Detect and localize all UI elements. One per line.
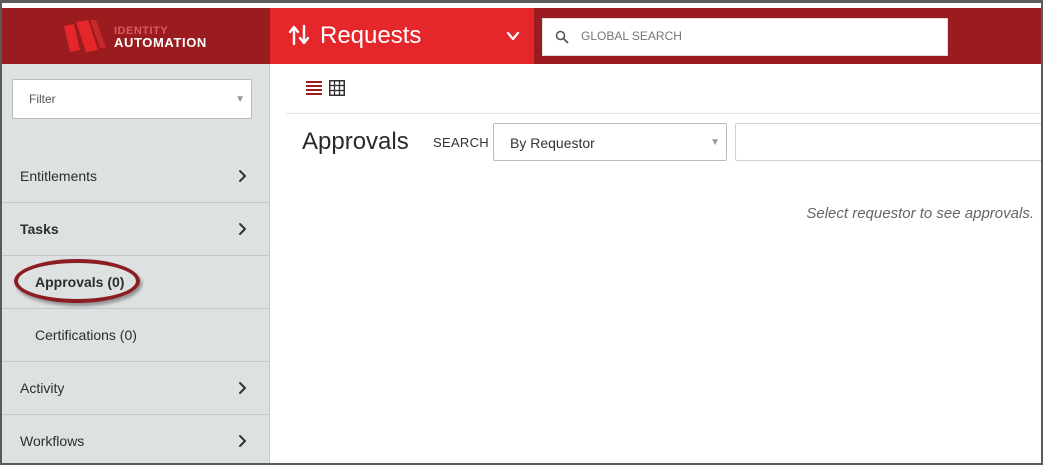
filter-label: Filter bbox=[29, 92, 56, 106]
caret-down-icon: ▼ bbox=[710, 137, 720, 148]
sidebar-item-label: Entitlements bbox=[20, 168, 98, 184]
sidebar-item-label: Certifications (0) bbox=[35, 327, 137, 343]
requestor-search-input[interactable] bbox=[735, 123, 1041, 161]
brand-text: IDENTITY AUTOMATION bbox=[114, 25, 207, 49]
filter-dropdown[interactable]: Filter ▼ bbox=[12, 79, 252, 119]
sidebar-item-label: Approvals (0) bbox=[35, 274, 125, 290]
brand-line2: AUTOMATION bbox=[114, 35, 207, 50]
global-search-input[interactable] bbox=[581, 29, 931, 43]
chevron-right-icon bbox=[239, 223, 246, 235]
page-title: Approvals bbox=[302, 128, 409, 155]
search-label: SEARCH bbox=[433, 135, 489, 150]
top-bar: IDENTITY AUTOMATION Requests bbox=[2, 8, 1041, 64]
sidebar-item-activity[interactable]: Activity bbox=[2, 362, 270, 415]
global-search-box[interactable] bbox=[542, 18, 948, 56]
brand-logo[interactable]: IDENTITY AUTOMATION bbox=[2, 8, 268, 64]
view-toolbar bbox=[286, 64, 1041, 114]
chevron-right-icon bbox=[239, 382, 246, 394]
grid-view-icon[interactable] bbox=[329, 80, 345, 96]
sidebar-item-workflows[interactable]: Workflows bbox=[2, 415, 270, 463]
sidebar-item-label: Tasks bbox=[20, 221, 59, 237]
app-window: IDENTITY AUTOMATION Requests Filter bbox=[0, 0, 1043, 465]
app-switcher[interactable]: Requests bbox=[270, 8, 534, 64]
sidebar-item-tasks[interactable]: Tasks bbox=[2, 203, 270, 256]
sidebar-item-entitlements[interactable]: Entitlements bbox=[2, 150, 270, 203]
sidebar-item-label: Activity bbox=[20, 380, 65, 396]
search-by-value: By Requestor bbox=[510, 135, 595, 151]
chevron-right-icon bbox=[239, 170, 246, 182]
empty-state-message: Select requestor to see approvals. bbox=[806, 205, 1034, 222]
chevron-down-icon bbox=[506, 31, 520, 41]
chevron-right-icon bbox=[239, 435, 246, 447]
swap-arrows-icon bbox=[288, 24, 310, 46]
main-content: Approvals SEARCH By Requestor ▼ Select r… bbox=[286, 64, 1041, 463]
logo-icon bbox=[64, 20, 106, 52]
sidebar: Filter ▼ Entitlements Tasks Approvals (0… bbox=[2, 64, 270, 463]
list-view-icon[interactable] bbox=[306, 80, 322, 96]
app-title: Requests bbox=[320, 22, 422, 49]
caret-down-icon: ▼ bbox=[235, 94, 245, 105]
search-by-select[interactable]: By Requestor ▼ bbox=[493, 123, 727, 161]
sidebar-item-approvals[interactable]: Approvals (0) bbox=[2, 256, 270, 309]
sidebar-item-certifications[interactable]: Certifications (0) bbox=[2, 309, 270, 362]
search-icon bbox=[555, 30, 569, 44]
sidebar-item-label: Workflows bbox=[20, 433, 85, 449]
